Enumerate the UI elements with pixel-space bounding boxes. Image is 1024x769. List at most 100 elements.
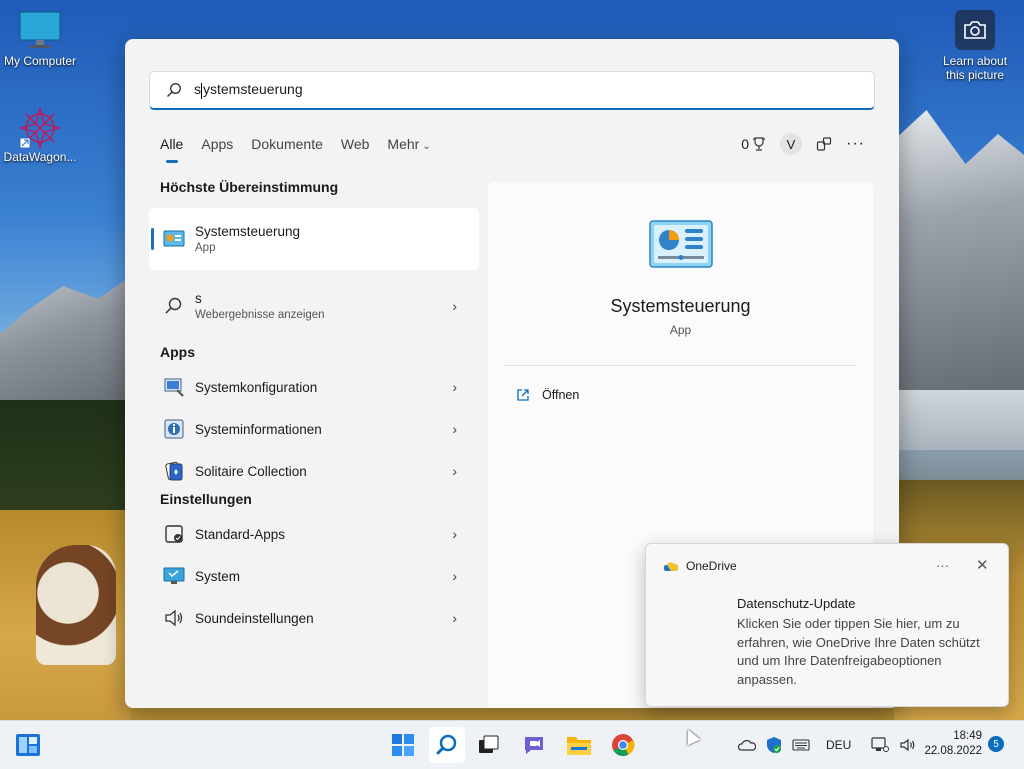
tab-web[interactable]: Web [341,136,370,160]
chevron-right-icon: › [452,568,457,584]
keyboard-icon[interactable] [792,739,810,751]
open-action[interactable]: Öffnen [516,388,579,402]
list-item-standard-apps[interactable]: Standard-Apps › [149,513,479,555]
more-options-icon[interactable]: ··· [846,135,865,153]
tab-dokumente[interactable]: Dokumente [251,136,323,160]
search-input[interactable]: s ystemsteuerung [149,71,875,110]
datawagon-icon [18,106,62,149]
tab-mehr[interactable]: Mehr ⌄ [387,136,430,160]
desktop-icon-my-computer[interactable]: My Computer [0,10,80,68]
system-information-icon [164,419,184,439]
onedrive-icon [664,562,678,571]
widgets-button[interactable] [14,731,42,759]
onedrive-tray-icon[interactable] [738,739,756,751]
list-item-soundeinstellungen[interactable]: Soundeinstellungen › [149,597,479,639]
clock-time: 18:49 [953,730,982,742]
list-item-label: Solitaire Collection [195,463,307,479]
toast-body: Klicken Sie oder tippen Sie hier, um zu … [737,616,980,687]
search-icon [436,734,457,755]
toast-header: OneDrive [664,559,737,573]
web-result-item[interactable]: s Webergebnisse anzeigen › [149,270,479,342]
chat-button[interactable] [520,731,548,759]
rewards-button[interactable]: 0 [741,136,766,152]
search-icon [167,83,181,97]
preview-subtitle: App [669,323,692,337]
chrome-button[interactable] [609,731,637,759]
apps-heading: Apps [160,344,195,360]
best-match-item[interactable]: Systemsteuerung App [149,208,479,270]
notification-badge[interactable]: 5 [988,736,1004,752]
language-indicator[interactable]: DEU [826,738,851,752]
start-button[interactable] [389,731,417,759]
learn-about-line1: Learn about [942,54,1008,68]
folder-icon [567,737,591,755]
chevron-right-icon: › [452,526,457,542]
search-toolbar: 0 V ··· [741,133,865,155]
toast-title: Datenschutz-Update [737,596,856,611]
trophy-icon [753,137,766,151]
onedrive-notification[interactable]: OneDrive ··· ✕ Datenschutz-Update Klicke… [645,543,1009,707]
avatar[interactable]: V [780,133,803,155]
windows-logo-icon [392,734,414,756]
best-match-heading: Höchste Übereinstimmung [160,179,339,195]
desktop-icon-datawagon[interactable]: DataWagon... [0,106,80,164]
learn-about-line2: this picture [945,68,1005,82]
close-icon[interactable]: ✕ [976,556,989,574]
volume-icon[interactable] [899,737,917,753]
best-match-title: Systemsteuerung [195,224,301,239]
search-tabs: Alle Apps Dokumente Web Mehr ⌄ [160,136,449,163]
default-apps-icon [165,525,183,543]
share-devices-icon[interactable] [816,136,832,152]
solitaire-icon [165,461,183,481]
control-panel-icon [649,220,713,268]
rewards-count: 0 [741,136,750,152]
chrome-icon [612,734,635,756]
security-shield-icon[interactable] [766,736,782,754]
open-external-icon [517,389,529,401]
system-monitor-icon [163,567,185,584]
task-view-icon [479,735,499,753]
file-explorer-button[interactable] [565,731,593,759]
list-item-label: Soundeinstellungen [195,610,314,626]
list-item-systemkonfiguration[interactable]: Systemkonfiguration › [149,366,479,408]
desktop-icon-label: DataWagon... [3,150,77,164]
wallpaper-fog [894,390,1024,450]
camera-icon [955,10,995,50]
list-item-label: Systemkonfiguration [195,379,318,395]
toast-more-icon[interactable]: ··· [936,558,949,573]
monitor-icon [18,10,62,50]
tab-apps[interactable]: Apps [201,136,233,160]
open-label: Öffnen [542,388,580,402]
chevron-right-icon: › [452,298,457,314]
best-match-subtitle: App [195,242,216,254]
list-item-system[interactable]: System › [149,555,479,597]
search-taskbar-button[interactable] [429,727,465,763]
clock-date: 22.08.2022 [924,745,982,757]
task-view-button[interactable] [475,731,503,759]
list-item-solitaire-collection[interactable]: Solitaire Collection › [149,450,479,492]
taskbar: DEU 18:49 22.08.2022 [0,720,1024,769]
text-caret [201,82,202,99]
network-icon[interactable] [871,737,890,753]
list-item-systeminformationen[interactable]: Systeminformationen › [149,408,479,450]
divider [504,365,857,366]
wallpaper-mountain-right [894,110,1024,410]
search-icon [165,297,182,314]
search-query: s ystemsteuerung [194,81,303,99]
chevron-right-icon: › [452,463,457,479]
widgets-icon [16,734,40,756]
list-item-label: Standard-Apps [195,526,286,542]
system-tray: DEU [738,721,917,769]
preview-title: Systemsteuerung [610,296,751,316]
desktop-icon-label: My Computer [3,54,77,68]
chevron-right-icon: › [452,379,457,395]
tab-alle[interactable]: Alle [160,136,183,163]
wallpaper-horse [36,545,116,665]
chevron-right-icon: › [452,610,457,626]
settings-heading: Einstellungen [160,491,252,507]
web-result-subtitle: Webergebnisse anzeigen [195,309,325,321]
learn-about-picture[interactable]: Learn about this picture [935,10,1015,82]
wallpaper-forest [0,400,130,520]
chat-icon [525,737,543,754]
clock[interactable]: 18:49 22.08.2022 [920,729,982,759]
